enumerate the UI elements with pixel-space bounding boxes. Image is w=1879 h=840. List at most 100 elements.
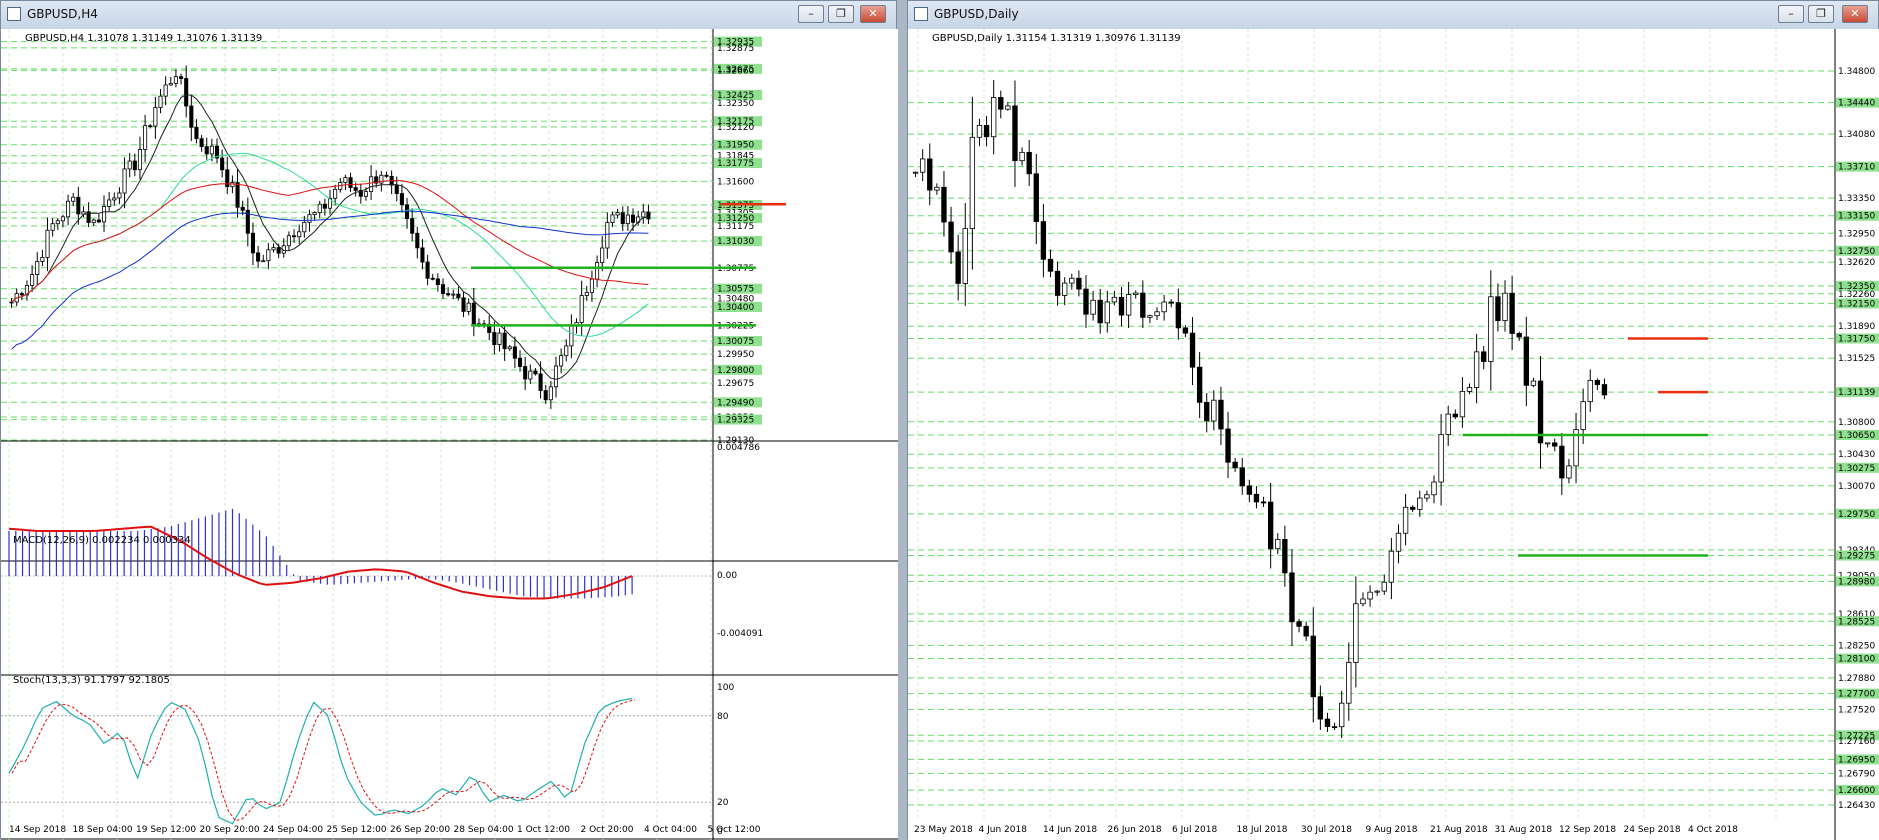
price-axis-label: 1.30275: [1838, 464, 1875, 474]
h4-bull-candle: [55, 220, 60, 225]
macd-axis-label: -0.004091: [717, 629, 763, 639]
h4-titlebar[interactable]: GBPUSD,H4 – ❐ ✕: [1, 1, 896, 30]
h4-bear-candle: [646, 211, 651, 220]
time-axis-label: 1 Oct 12:00: [517, 825, 570, 835]
h4-bear-candle: [184, 78, 189, 107]
daily-bear-candle: [1218, 399, 1224, 430]
daily-bear-candle: [1239, 467, 1245, 487]
daily-bear-candle: [941, 186, 947, 223]
h4-bull-candle: [71, 196, 76, 202]
time-axis-label: 4 Oct 2018: [1688, 825, 1738, 835]
h4-bull-candle: [35, 260, 40, 275]
h4-bear-candle: [492, 332, 497, 346]
h4-bear-candle: [446, 293, 451, 296]
close-button[interactable]: ✕: [1842, 5, 1868, 23]
daily-bull-candle: [1417, 497, 1423, 510]
price-axis-label: 1.31890: [1838, 322, 1875, 332]
price-axis-label: 1.26790: [1838, 769, 1875, 779]
h4-chart-area[interactable]: 1.329351.328751.326751.326601.324251.323…: [1, 29, 898, 840]
daily-bear-candle: [1140, 292, 1146, 318]
daily-bear-candle: [1083, 288, 1089, 315]
h4-bull-candle: [209, 145, 214, 155]
price-axis-label: 1.27160: [1838, 737, 1875, 747]
price-axis-label: 1.29800: [717, 366, 754, 376]
h4-bull-candle: [451, 293, 456, 296]
h4-bull-candle: [302, 221, 307, 233]
h4-bear-candle: [189, 105, 194, 128]
price-axis-label: 1.32750: [1838, 247, 1875, 257]
h4-bear-candle: [620, 212, 625, 225]
h4-bull-candle: [66, 200, 71, 218]
daily-bull-candle: [1395, 532, 1402, 552]
daily-bull-candle: [1069, 277, 1075, 284]
h4-bear-candle: [384, 174, 389, 177]
h4-bull-candle: [307, 214, 312, 223]
h4-bull-candle: [81, 211, 86, 215]
price-axis-label: 1.33150: [1838, 212, 1875, 222]
daily-bear-candle: [1189, 332, 1196, 368]
daily-chart-area[interactable]: 1.34800 1.34440 1.34080 1.33710 1.33350 1.331…: [908, 29, 1879, 840]
time-axis-label: 6 Jul 2018: [1172, 825, 1217, 835]
minimize-button[interactable]: –: [798, 5, 824, 23]
close-button[interactable]: ✕: [860, 5, 886, 23]
h4-bear-candle: [394, 184, 399, 194]
daily-bull-candle: [1438, 434, 1444, 483]
daily-bear-candle: [1253, 493, 1260, 503]
daily-bull-candle: [1211, 399, 1217, 422]
price-axis-label: 1.31139: [1838, 388, 1875, 398]
h4-bear-candle: [76, 196, 81, 215]
h4-bear-candle: [440, 284, 446, 294]
time-axis-label: 4 Oct 04:00: [644, 825, 697, 835]
stoch-header: Stoch(13,3,3) 91.1797 92.1805: [13, 675, 170, 686]
h4-chart-window[interactable]: GBPUSD,H4 – ❐ ✕ 1.32935 1.32875 1.32675 1.3…: [0, 0, 898, 840]
daily-bull-candle: [1374, 590, 1380, 593]
price-axis-label: 1.28525: [1838, 617, 1875, 627]
time-axis-label: 14 Jun 2018: [1043, 825, 1097, 835]
h4-bull-candle: [559, 355, 564, 367]
daily-bear-candle: [1317, 696, 1324, 720]
price-axis-label: 1.32350: [717, 99, 754, 109]
restore-button[interactable]: ❐: [1808, 5, 1834, 23]
h4-bear-candle: [276, 247, 281, 254]
h4-bull-candle: [271, 247, 276, 251]
price-axis-label: 1.30650: [1838, 431, 1875, 441]
h4-bull-candle: [333, 188, 338, 199]
daily-bull-candle: [1566, 465, 1572, 479]
h4-bear-candle: [435, 278, 440, 285]
daily-bull-candle: [1353, 603, 1359, 663]
daily-bear-candle: [1260, 501, 1267, 504]
daily-bear-candle: [1289, 572, 1295, 623]
price-axis-label: 1.30400: [717, 303, 754, 313]
h4-bear-candle: [240, 206, 245, 211]
restore-button[interactable]: ❐: [828, 5, 854, 23]
price-axis-label: 1.31950: [717, 141, 754, 151]
price-axis-label: 1.30075: [717, 337, 754, 347]
price-axis-label: 1.31030: [717, 237, 754, 247]
price-axis-label: 1.34800: [1838, 67, 1875, 77]
daily-bull-candle: [1154, 311, 1160, 317]
daily-bull-candle: [1544, 442, 1551, 445]
h4-bull-candle: [230, 182, 235, 188]
time-axis-label: 24 Sep 2018: [1624, 825, 1681, 835]
daily-chart-window[interactable]: GBPUSD,Daily – ❐ ✕ 1.34800 1.34440 1.34080…: [907, 0, 1879, 840]
minimize-button[interactable]: –: [1778, 5, 1804, 23]
daily-bull-candle: [934, 186, 940, 191]
price-axis-label: 1.34440: [1838, 99, 1875, 109]
price-axis-label: 1.31600: [717, 177, 754, 187]
h4-bear-candle: [353, 187, 358, 191]
h4-bull-candle: [507, 346, 512, 350]
h4-bull-candle: [143, 125, 148, 150]
price-axis-label: 1.32875: [717, 44, 754, 54]
h4-bear-candle: [199, 138, 204, 148]
h4-bear-candle: [410, 218, 415, 234]
h4-bull-candle: [569, 325, 574, 347]
time-axis-label: 9 Aug 2018: [1366, 825, 1418, 835]
time-axis-label: 2 Oct 20:00: [581, 825, 634, 835]
time-axis-label: 24 Sep 04:00: [263, 825, 323, 835]
daily-titlebar[interactable]: GBPUSD,Daily – ❐ ✕: [908, 1, 1878, 30]
h4-bull-candle: [163, 84, 168, 97]
h4-bull-candle: [60, 216, 65, 222]
h4-bear-candle: [256, 252, 261, 262]
daily-bear-candle: [1537, 380, 1544, 444]
daily-bear-candle: [983, 124, 990, 138]
